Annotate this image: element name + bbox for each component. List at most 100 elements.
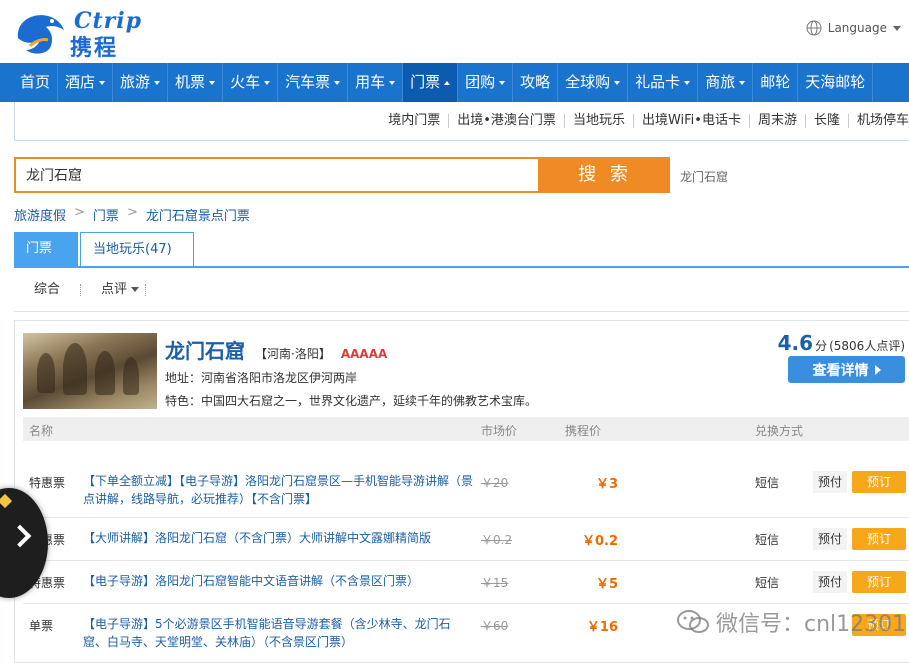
ticket-market-price: ￥15 [481, 576, 509, 590]
sub-nav: 境内门票 出境•港澳台门票 当地玩乐 出境WiFi•电话卡 周末游 长隆 机场停… [14, 102, 909, 141]
ticket-exchange: 短信 [755, 476, 780, 490]
nav-item-home[interactable]: 首页 [0, 63, 59, 102]
breadcrumb-separator: > [126, 205, 138, 220]
nav-label: 旅游 [120, 73, 151, 91]
nav-item-car[interactable]: 用车 [348, 63, 404, 102]
product-photo[interactable] [23, 333, 157, 409]
main-nav: 首页 酒店 旅游 机票 火车 汽车票 用车 门票 团购 攻略 全球购 礼品卡 商… [0, 63, 909, 102]
ticket-name[interactable]: 【大师讲解】洛阳龙门石窟（不含门票）大师讲解中文露娜精简版 [83, 529, 473, 547]
nav-label: 商旅 [705, 73, 736, 91]
nav-item-bus[interactable]: 汽车票 [278, 63, 349, 102]
header: Ctrip 携程 Language [0, 0, 909, 63]
book-button[interactable]: 预订 [852, 571, 906, 593]
product-title-row: 龙门石窟 【河南·洛阳】 AAAAA [165, 335, 387, 364]
subnav-item[interactable]: 出境•港澳台门票 [449, 114, 565, 128]
review-count[interactable]: (5806人点评) [829, 337, 905, 354]
tab-tickets[interactable]: 门票(9) [14, 232, 78, 290]
chevron-down-icon [264, 80, 271, 85]
nav-item-flights[interactable]: 机票 [168, 63, 224, 102]
chevron-down-icon [154, 80, 161, 85]
nav-item-gift-card[interactable]: 礼品卡 [628, 63, 699, 102]
dolphin-logo-icon [17, 15, 65, 54]
chevron-down-icon [614, 80, 621, 85]
chevron-down-icon [499, 80, 506, 85]
subnav-item[interactable]: 机场停车 [849, 114, 909, 128]
language-label: Language [827, 21, 887, 35]
sort-reviews[interactable]: 点评 [81, 283, 147, 296]
view-details-button[interactable]: 查看详情 [788, 356, 905, 383]
ticket-market-price: ￥60 [481, 619, 509, 633]
header-market-price: 市场价 [481, 424, 518, 438]
nav-item-hotel[interactable]: 酒店 [58, 63, 114, 102]
chevron-up-icon [444, 80, 451, 85]
nav-item-business[interactable]: 商旅 [698, 63, 754, 102]
search-hint-link[interactable]: 龙门石窟 [680, 168, 728, 185]
ticket-name[interactable]: 【电子导游】洛阳龙门石窟智能中文语音讲解（不含景区门票） [83, 572, 473, 590]
breadcrumb-item[interactable]: 门票 [93, 205, 119, 224]
nav-item-train[interactable]: 火车 [223, 63, 279, 102]
product-title[interactable]: 龙门石窟 [165, 335, 245, 364]
nav-item-group[interactable]: 团购 [458, 63, 514, 102]
ticket-row: 特惠票 【下单全额立减】【电子导游】洛阳龙门石窟景区—手机智能导游讲解（景点讲解… [23, 461, 909, 518]
search-button[interactable]: 搜 索 [540, 157, 670, 193]
page: Ctrip 携程 Language 首页 酒店 旅游 机票 火车 汽车票 用车 … [0, 0, 909, 663]
product-region: 【河南·洛阳】 [255, 347, 331, 361]
sparkle-icon [0, 493, 13, 509]
nav-label: 首页 [20, 73, 51, 91]
ticket-table-header: 名称 市场价 携程价 兑换方式 [23, 417, 909, 441]
language-selector[interactable]: Language [806, 20, 901, 36]
sort-comprehensive[interactable]: 综合 [14, 281, 82, 297]
product-feature: 特色：中国四大石窟之一，世界文化遗产，延续千年的佛教艺术宝库。 [165, 394, 538, 408]
ticket-row: 特惠票 【大师讲解】洛阳龙门石窟（不含门票）大师讲解中文露娜精简版 ￥0.2 ￥… [23, 518, 909, 561]
nav-item-global-shop[interactable]: 全球购 [558, 63, 629, 102]
header-exchange: 兑换方式 [755, 424, 804, 438]
search-input[interactable] [16, 159, 538, 191]
search-box [14, 157, 540, 193]
sort-bar: 综合 点评 [14, 268, 909, 312]
book-button[interactable]: 预订 [852, 528, 906, 550]
product-grade: AAAAA [340, 347, 388, 361]
nav-label: 团购 [465, 73, 496, 91]
nav-item-skysea-cruise[interactable]: 天海邮轮 [798, 63, 874, 102]
triangle-right-icon [874, 364, 881, 375]
subnav-item[interactable]: 境内门票 [380, 114, 450, 128]
ticket-price: ￥5 [595, 577, 618, 592]
ticket-exchange: 短信 [755, 533, 780, 547]
ticket-price: ￥0.2 [581, 534, 618, 549]
breadcrumb-item[interactable]: 旅游度假 [14, 205, 66, 224]
sort-label: 综合 [34, 281, 61, 297]
tab-local-activities[interactable]: 当地玩乐(47) [80, 232, 194, 266]
subnav-item[interactable]: 出境WiFi•电话卡 [634, 114, 750, 128]
watermark: 微信号：cnl12301 [676, 606, 906, 638]
ticket-name[interactable]: 【电子导游】5个必游景区手机智能语音导游套餐（含少林寺、龙门石窟、白马寺、天堂明… [83, 615, 473, 651]
view-details-label: 查看详情 [812, 362, 869, 379]
book-button[interactable]: 预订 [852, 471, 906, 493]
prepay-badge: 预付 [813, 528, 847, 550]
subnav-item[interactable]: 周末游 [750, 114, 806, 128]
product-address: 地址：河南省洛阳市洛龙区伊河两岸 [165, 371, 358, 385]
chevron-down-icon [893, 25, 901, 31]
nav-label: 火车 [230, 73, 261, 91]
nav-item-tickets[interactable]: 门票 [403, 63, 459, 102]
chevron-down-icon [389, 80, 396, 85]
ticket-market-price: ￥0.2 [481, 533, 513, 547]
nav-item-cruise[interactable]: 邮轮 [753, 63, 799, 102]
rating: 4.6 分 (5806人点评) [778, 331, 905, 355]
nav-item-travel[interactable]: 旅游 [113, 63, 169, 102]
ticket-name[interactable]: 【下单全额立减】【电子导游】洛阳龙门石窟景区—手机智能导游讲解（景点讲解，线路导… [83, 472, 473, 508]
subnav-item[interactable]: 长隆 [806, 114, 849, 128]
ticket-type: 特惠票 [29, 476, 66, 490]
nav-label: 攻略 [520, 73, 551, 91]
header-ctrip-price: 携程价 [565, 424, 602, 438]
nav-item-guide[interactable]: 攻略 [513, 63, 559, 102]
nav-label: 汽车票 [285, 73, 331, 91]
ticket-price: ￥3 [595, 477, 618, 492]
nav-label: 礼品卡 [635, 73, 681, 91]
breadcrumb-item[interactable]: 龙门石窟景点门票 [146, 205, 250, 224]
ctrip-logo[interactable]: Ctrip 携程 [12, 6, 141, 61]
nav-label: 用车 [355, 73, 386, 91]
breadcrumb: 旅游度假 > 门票 > 龙门石窟景点门票 [14, 205, 250, 224]
header-name: 名称 [29, 424, 54, 438]
subnav-item[interactable]: 当地玩乐 [565, 114, 634, 128]
logo-chinese: 携程 [70, 36, 119, 61]
